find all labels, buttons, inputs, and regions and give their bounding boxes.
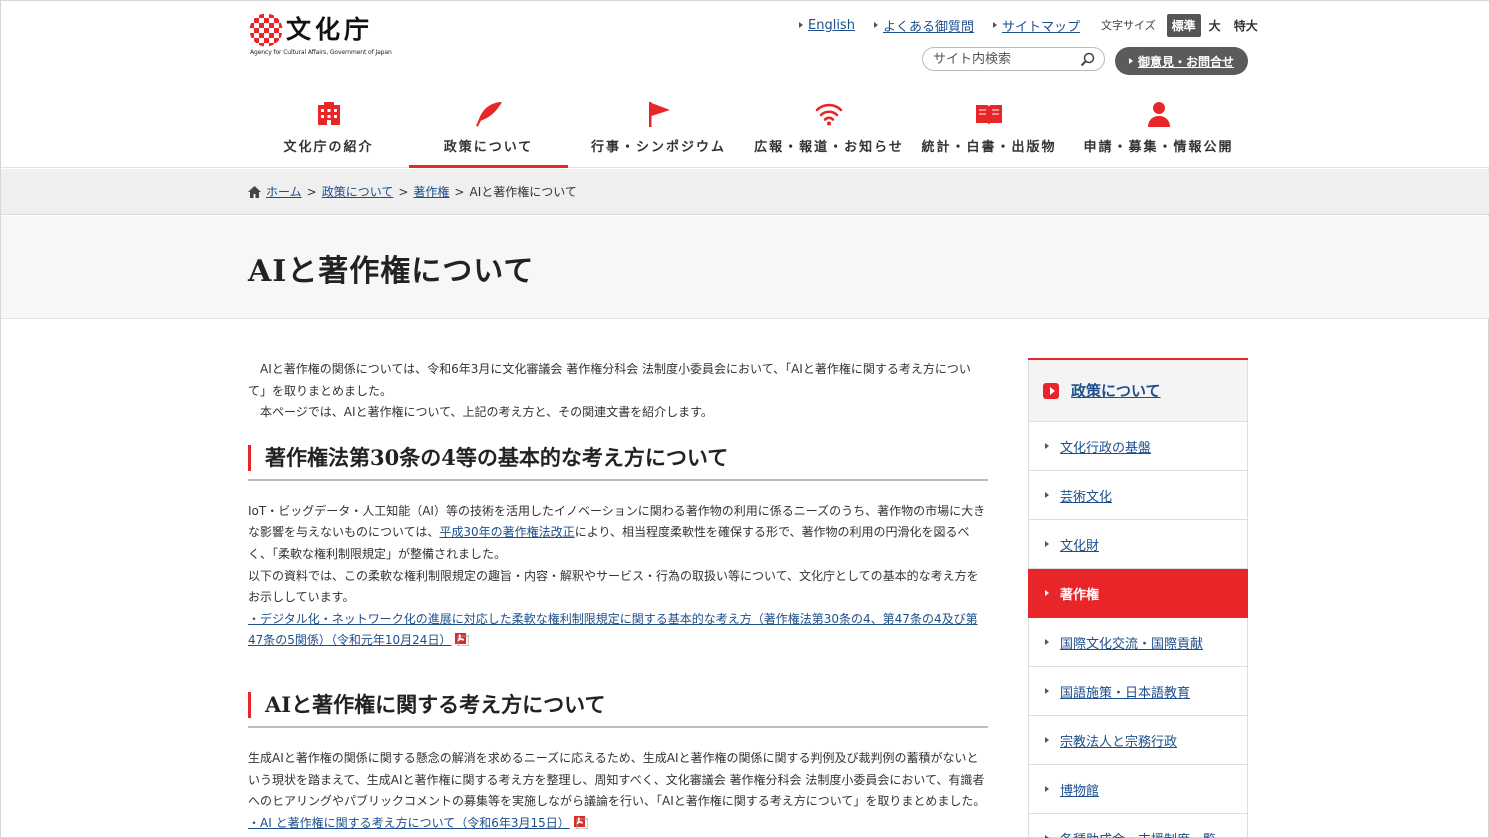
person-icon bbox=[1147, 102, 1170, 127]
site-search bbox=[922, 47, 1105, 71]
book-icon bbox=[976, 105, 1002, 125]
document-link-row: ・AI と著作権に関する考え方について（令和6年3月15日） bbox=[248, 813, 988, 835]
heading-divider bbox=[248, 725, 988, 728]
breadcrumb-copyright[interactable]: 著作権 bbox=[413, 183, 449, 200]
breadcrumb: ホーム > 政策について > 著作権 > AIと著作権について bbox=[248, 183, 577, 200]
section-paragraph: 以下の資料では、この柔軟な権利制限規定の趣旨・内容・解釈やサービス・行為の取扱い… bbox=[248, 568, 979, 605]
site-logo[interactable]: 文化庁 Agency for Cultural Affairs, Governm… bbox=[249, 13, 399, 59]
gnav-label: 行事・シンポジウム bbox=[590, 140, 726, 155]
gnav-item-about[interactable]: 文化庁の紹介 bbox=[248, 94, 409, 168]
sidebar-item-cultural-admin[interactable]: 文化行政の基盤 bbox=[1028, 422, 1248, 471]
font-size-large-button[interactable]: 大 bbox=[1204, 14, 1226, 37]
gnav-label: 政策について bbox=[443, 140, 534, 155]
gnav-label: 統計・白書・出版物 bbox=[921, 140, 1057, 155]
gnav-item-publications[interactable]: 統計・白書・出版物 bbox=[909, 94, 1069, 168]
gnav-label: 文化庁の紹介 bbox=[283, 140, 374, 155]
section-paragraph: 生成AIと著作権の関係に関する懸念の解消を求めるニーズに応えるため、生成AIと著… bbox=[248, 750, 986, 809]
building-icon bbox=[317, 102, 340, 125]
sidebar-header-label: 政策について bbox=[1071, 382, 1161, 400]
flag-icon bbox=[648, 102, 670, 127]
gnav-item-news[interactable]: 広報・報道・お知らせ bbox=[749, 94, 909, 168]
breadcrumb-home[interactable]: ホーム bbox=[266, 183, 302, 200]
document-link[interactable]: ・デジタル化・ネットワーク化の進展に対応した柔軟な権利制限規定に関する基本的な考… bbox=[248, 612, 978, 648]
util-link-english[interactable]: English bbox=[799, 18, 855, 33]
utility-nav: English よくある御質問 サイトマップ 文字サイズ 標準 大 特大 bbox=[799, 13, 1266, 37]
inquiry-button[interactable]: 御意見・お問合せ bbox=[1115, 47, 1248, 75]
font-size-switcher: 文字サイズ 標準 大 特大 bbox=[1100, 13, 1266, 37]
document-link-row: ・デジタル化・ネットワーク化の進展に対応した柔軟な権利制限規定に関する基本的な考… bbox=[248, 609, 988, 652]
document-link[interactable]: ・AI と著作権に関する考え方について（令和6年3月15日） bbox=[248, 816, 570, 830]
util-link-sitemap[interactable]: サイトマップ bbox=[993, 16, 1080, 35]
law-amendment-link[interactable]: 平成30年の著作権法改正 bbox=[439, 525, 574, 539]
sidebar-item-arts[interactable]: 芸術文化 bbox=[1028, 471, 1248, 520]
site-header: 文化庁 Agency for Cultural Affairs, Governm… bbox=[1, 1, 1489, 168]
sidebar-item-cultural-properties[interactable]: 文化財 bbox=[1028, 520, 1248, 569]
gnav-label: 広報・報道・お知らせ bbox=[754, 140, 904, 155]
play-icon bbox=[1043, 382, 1059, 399]
breadcrumb-current: AIと著作権について bbox=[469, 185, 577, 199]
page-title: AIと著作権について bbox=[248, 254, 535, 289]
font-size-label: 文字サイズ bbox=[1100, 19, 1156, 32]
quill-icon bbox=[475, 102, 502, 127]
wifi-icon bbox=[815, 103, 843, 126]
gnav-item-events[interactable]: 行事・シンポジウム bbox=[568, 94, 749, 168]
sidebar-header[interactable]: 政策について bbox=[1028, 360, 1248, 422]
logo-name: 文化庁 bbox=[286, 15, 374, 44]
main-content: AIと著作権の関係については、令和6年3月に文化審議会 著作権分科会 法制度小委… bbox=[248, 359, 988, 834]
sidebar-item-grants[interactable]: 各種助成金・支援制度一覧 bbox=[1028, 814, 1248, 838]
breadcrumb-separator: > bbox=[306, 184, 317, 199]
font-size-standard-button[interactable]: 標準 bbox=[1166, 13, 1201, 37]
logo-english-name: Agency for Cultural Affairs, Government … bbox=[250, 49, 392, 56]
sidebar-item-japanese-language[interactable]: 国語施策・日本語教育 bbox=[1028, 667, 1248, 716]
breadcrumb-policy[interactable]: 政策について bbox=[322, 183, 394, 200]
home-icon bbox=[248, 185, 261, 198]
intro-paragraph: AIと著作権の関係については、令和6年3月に文化審議会 著作権分科会 法制度小委… bbox=[248, 362, 971, 398]
sidebar-item-international[interactable]: 国際文化交流・国際貢献 bbox=[1028, 618, 1248, 667]
breadcrumb-separator: > bbox=[454, 184, 465, 199]
pdf-icon bbox=[455, 633, 470, 647]
gnav-item-policy[interactable]: 政策について bbox=[409, 94, 568, 168]
gnav-item-applications[interactable]: 申請・募集・情報公開 bbox=[1069, 94, 1248, 168]
search-input[interactable] bbox=[933, 50, 1073, 68]
title-bar: AIと著作権について bbox=[1, 216, 1489, 319]
section-heading: AIと著作権に関する考え方について bbox=[248, 691, 988, 718]
search-icon[interactable] bbox=[1080, 52, 1095, 67]
intro-paragraph: 本ページでは、AIと著作権について、上記の考え方と、その関連文書を紹介します。 bbox=[260, 405, 713, 420]
sidebar: 政策について 文化行政の基盤 芸術文化 文化財 著作権 国際文化交流・国際貢献 … bbox=[1028, 358, 1248, 838]
global-nav: 文化庁の紹介 政策について 行事・シンポジウム 広報・報道・お知らせ 統計・白書… bbox=[248, 94, 1248, 168]
gnav-label: 申請・募集・情報公開 bbox=[1083, 140, 1234, 155]
sidebar-item-museums[interactable]: 博物館 bbox=[1028, 765, 1248, 814]
sidebar-item-religion[interactable]: 宗教法人と宗務行政 bbox=[1028, 716, 1248, 765]
breadcrumb-bar: ホーム > 政策について > 著作権 > AIと著作権について bbox=[1, 169, 1489, 215]
logo-mark-icon bbox=[249, 13, 283, 47]
util-link-faq[interactable]: よくある御質問 bbox=[874, 16, 974, 35]
breadcrumb-separator: > bbox=[398, 184, 409, 199]
section-paragraph: IoT・ビッグデータ・人工知能（AI）等の技術を活用したイノベーションに関わる著… bbox=[248, 503, 986, 561]
font-size-xlarge-button[interactable]: 特大 bbox=[1229, 14, 1263, 37]
pdf-icon bbox=[573, 815, 588, 829]
section-heading: 著作権法第30条の4等の基本的な考え方について bbox=[248, 444, 988, 471]
heading-divider bbox=[248, 478, 988, 481]
sidebar-item-copyright[interactable]: 著作権 bbox=[1028, 569, 1248, 618]
